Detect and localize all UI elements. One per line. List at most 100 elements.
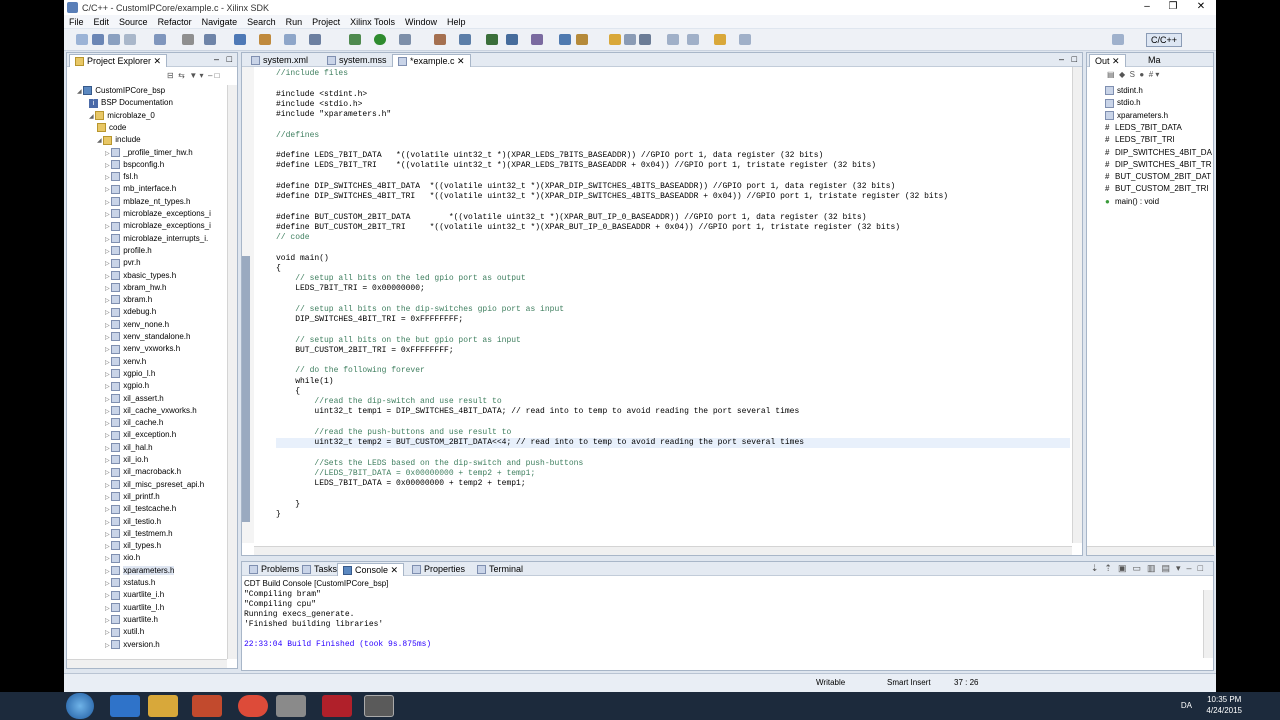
new-folder-icon[interactable] — [259, 34, 271, 45]
code-line[interactable]: #define BUT_CUSTOM_2BIT_DATA *((volatile… — [276, 213, 867, 223]
tree-item[interactable]: ▷ xuartlite_l.h — [105, 602, 164, 614]
word-wrap-icon[interactable]: ▣ — [1118, 563, 1133, 573]
tree-item[interactable]: ▷ _profile_timer_hw.h — [105, 147, 193, 159]
search-icon[interactable] — [309, 34, 321, 45]
start-button[interactable] — [66, 693, 94, 719]
menu-source[interactable]: Source — [119, 17, 148, 27]
print-icon[interactable] — [124, 34, 136, 45]
mark-occurrences-icon[interactable] — [576, 34, 588, 45]
code-line[interactable]: #include "xparameters.h" — [276, 110, 391, 120]
outline-hscroll[interactable] — [1087, 546, 1215, 555]
tree-item[interactable]: ▷ xbram.h — [105, 294, 152, 306]
tree-item[interactable]: ▷ bspconfig.h — [105, 159, 164, 171]
maximize-editor-icon[interactable]: □ — [1072, 54, 1077, 64]
code-area[interactable]: //include files #include <stdint.h> #inclu… — [254, 67, 1070, 543]
hide-nonpublic-icon[interactable]: ● — [1139, 70, 1144, 79]
menu-project[interactable]: Project — [312, 17, 340, 27]
tree-item[interactable]: ▷ xenv.h — [105, 356, 146, 368]
menu-help[interactable]: Help — [447, 17, 466, 27]
code-line[interactable]: void main() — [276, 254, 329, 264]
forward-icon[interactable] — [739, 34, 751, 45]
filter-icon[interactable]: ▼ — [189, 71, 197, 80]
menu-file[interactable]: File — [69, 17, 84, 27]
tree-item[interactable]: ▷ xenv_vxworks.h — [105, 343, 180, 355]
tree-item[interactable]: i BSP Documentation — [89, 97, 173, 109]
tab-system-xml[interactable]: system.xml — [246, 54, 313, 67]
explorer-vscroll[interactable] — [227, 85, 237, 659]
bug-icon[interactable] — [349, 34, 361, 45]
tree-item[interactable]: ▷ xil_assert.h — [105, 393, 164, 405]
program-fpga-icon[interactable] — [434, 34, 446, 45]
tree-item[interactable]: ▷ xil_testmem.h — [105, 528, 173, 540]
tree-item[interactable]: ▷ xil_misc_psreset_api.h — [105, 479, 204, 491]
save-icon[interactable] — [92, 34, 104, 45]
tree-item[interactable]: ▷ xbasic_types.h — [105, 270, 176, 282]
tree-item[interactable]: ▷ xstatus.h — [105, 577, 155, 589]
tree-item[interactable]: ▷ xgpio_l.h — [105, 368, 155, 380]
code-line[interactable]: #include <stdio.h> — [276, 100, 362, 110]
tree-item[interactable]: ▷ xparameters.h — [105, 565, 175, 577]
outline-item[interactable]: stdint.h — [1105, 85, 1143, 97]
sort-icon[interactable]: ▤ — [1107, 70, 1115, 79]
menu-search[interactable]: Search — [247, 17, 276, 27]
code-line[interactable]: //defines — [276, 131, 319, 141]
code-line[interactable]: //Sets the LEDS based on the dip-switch … — [276, 459, 583, 469]
code-line[interactable]: #define DIP_SWITCHES_4BIT_DATA *((volati… — [276, 182, 895, 192]
settings-icon[interactable] — [531, 34, 543, 45]
app-icon[interactable] — [276, 695, 306, 717]
code-line[interactable]: { — [276, 387, 300, 397]
code-line[interactable]: while(1) — [276, 377, 333, 387]
language-indicator[interactable]: DA — [1181, 701, 1192, 710]
minimize-editor-icon[interactable]: – — [1059, 54, 1064, 64]
block-selection-icon[interactable] — [639, 34, 651, 45]
console-output[interactable]: "Compiling bram" "Compiling cpu" Running e… — [242, 590, 1200, 668]
editor-vscroll[interactable] — [1072, 67, 1082, 543]
tree-item[interactable]: code — [97, 122, 126, 134]
code-line[interactable]: #define LEDS_7BIT_DATA *((volatile uint3… — [276, 151, 823, 161]
group-icon[interactable]: # — [1149, 70, 1153, 79]
tree-item[interactable]: ▷ xil_printf.h — [105, 491, 160, 503]
xilinx-ise-icon[interactable] — [322, 695, 352, 717]
hide-fields-icon[interactable]: ◆ — [1119, 70, 1125, 79]
code-line[interactable]: #define BUT_CUSTOM_2BIT_TRI *((volatile … — [276, 223, 900, 233]
chrome-icon[interactable] — [238, 695, 268, 717]
sdk-table-icon[interactable] — [486, 34, 498, 45]
link-editor-icon[interactable]: ⇆ — [178, 71, 185, 80]
menu-edit[interactable]: Edit — [94, 17, 110, 27]
tree-item[interactable]: ▷ xversion.h — [105, 639, 160, 651]
tab-project-explorer[interactable]: Project Explorer ✕ — [69, 54, 168, 67]
code-line[interactable]: // setup all bits on the but gpio port a… — [276, 336, 521, 346]
editor-hscroll[interactable] — [254, 546, 1072, 555]
minimize-icon[interactable]: – — [1187, 563, 1198, 573]
code-line[interactable]: //LEDS_7BIT_DATA = 0x00000000 + temp2 + … — [276, 469, 535, 479]
tree-item[interactable]: ▷ profile.h — [105, 245, 152, 257]
tab-example-c[interactable]: *example.c ✕ — [392, 54, 471, 67]
tab-tasks[interactable]: Tasks — [297, 563, 342, 576]
open-perspective-icon[interactable] — [1112, 34, 1124, 45]
tab-console[interactable]: Console ✕ — [337, 563, 405, 576]
tree-item[interactable]: ◢ include — [97, 134, 141, 146]
outline-item[interactable]: # LEDS_7BIT_TRI — [1105, 134, 1175, 146]
code-line[interactable]: // setup all bits on the dip-switches gp… — [276, 305, 564, 315]
outline-item[interactable]: stdio.h — [1105, 97, 1141, 109]
tree-item[interactable]: ▷ xdebug.h — [105, 306, 156, 318]
code-line[interactable]: uint32_t temp2 = BUT_CUSTOM_2BIT_DATA<<4… — [276, 438, 1070, 448]
tree-item[interactable]: ▷ xuartlite_i.h — [105, 589, 164, 601]
prev-annotation-icon[interactable] — [687, 34, 699, 45]
maximize-button[interactable]: ❐ — [1160, 0, 1186, 14]
minimize-view-icon[interactable]: – — [214, 54, 219, 64]
external-tools-icon[interactable] — [399, 34, 411, 45]
xilinx-sdk-icon[interactable] — [364, 695, 394, 717]
xmd-console-icon[interactable] — [459, 34, 471, 45]
tree-item[interactable]: ▷ pvr.h — [105, 257, 141, 269]
outline-item[interactable]: # DIP_SWITCHES_4BIT_DA — [1105, 147, 1212, 159]
code-line[interactable]: // code — [276, 233, 310, 243]
tree-item[interactable]: ▷ xenv_none.h — [105, 319, 169, 331]
clock[interactable]: 10:35 PM 4/24/2015 — [1206, 694, 1242, 716]
outline-item[interactable]: # LEDS_7BIT_DATA — [1105, 122, 1182, 134]
menu-window[interactable]: Window — [405, 17, 437, 27]
code-line[interactable]: #define LEDS_7BIT_TRI *((volatile uint32… — [276, 161, 876, 171]
code-line[interactable]: LEDS_7BIT_TRI = 0x00000000; — [276, 284, 425, 294]
ie-icon[interactable] — [110, 695, 140, 717]
outline-item[interactable]: # BUT_CUSTOM_2BIT_DAT — [1105, 171, 1211, 183]
